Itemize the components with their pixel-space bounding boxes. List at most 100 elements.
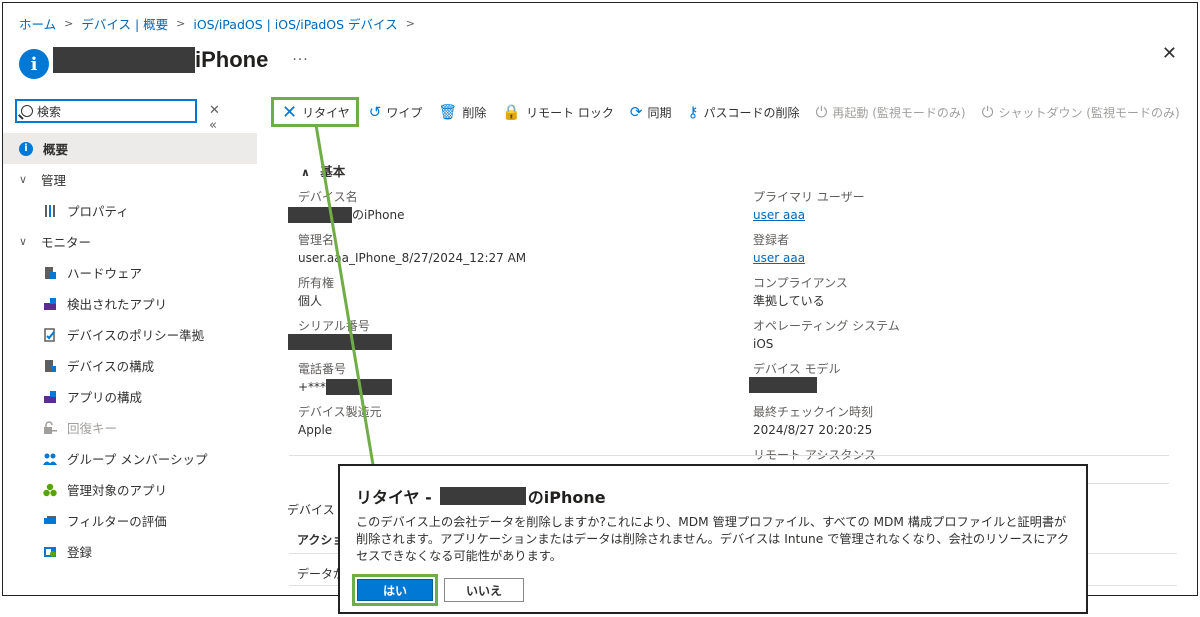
retire-button[interactable]: ✕ リタイヤ [271, 97, 359, 127]
sidebar-item-label: アプリの構成 [67, 390, 143, 405]
sync-button[interactable]: ⟳ 同期 [630, 103, 672, 121]
divider [289, 455, 1169, 456]
shutdown-label: シャットダウン (監視モードのみ) [998, 105, 1180, 120]
group-icon [43, 452, 57, 466]
title-more-icon[interactable]: ··· [292, 52, 308, 68]
prop-value [288, 334, 718, 350]
power-icon: ⏻ [815, 103, 828, 121]
more-actions-icon[interactable]: ··· [1196, 104, 1197, 120]
sidebar-item-app-config[interactable]: アプリの構成 [3, 381, 257, 412]
breadcrumb-separator-icon: > [176, 17, 186, 30]
essentials-header[interactable]: ∧ 基本 [301, 161, 345, 180]
sidebar-item-label: 管理対象のアプリ [67, 483, 168, 498]
delete-button[interactable]: 🗑 削除 [438, 103, 486, 121]
prop-label: 所有権 [298, 276, 335, 290]
sidebar-item-group-membership[interactable]: グループ メンバーシップ [3, 443, 257, 474]
prop-label: オペレーティング システム [753, 319, 900, 333]
device-config-icon [43, 359, 57, 373]
no-button[interactable]: いいえ [444, 578, 524, 602]
reset-passcode-button[interactable]: ⚷ パスコードの削除 [688, 103, 800, 121]
sync-icon: ⟳ [629, 103, 643, 121]
sidebar-nav: i 概要 ∨ 管理 プロパティ ∨ モニター ハードウェア 検出されたアプリ デ… [3, 133, 257, 567]
breadcrumb-separator-icon: > [64, 17, 74, 30]
sidebar-item-hardware[interactable]: ハードウェア [3, 257, 257, 288]
wipe-button[interactable]: ↺ ワイプ [369, 103, 423, 121]
yes-button-highlight: はい [352, 574, 438, 606]
essentials-heading: 基本 [320, 164, 346, 179]
sidebar-group-manage[interactable]: ∨ 管理 [3, 164, 257, 195]
prop-value [749, 377, 1173, 393]
enrolled-by-link[interactable]: user aaa [753, 248, 805, 268]
prop-serial-number: シリアル番号 [288, 318, 718, 361]
shutdown-button: ⏻ シャットダウン (監視モードのみ) [982, 103, 1180, 121]
prop-manufacturer: デバイス製造元 Apple [298, 404, 718, 447]
close-icon[interactable]: ✕ [1162, 43, 1177, 64]
breadcrumb-separator-icon: > [405, 17, 415, 30]
breadcrumb-devices[interactable]: デバイス | 概要 [81, 14, 168, 33]
prop-label: プライマリ ユーザー [753, 190, 865, 204]
sidebar-item-managed-apps[interactable]: 管理対象のアプリ [3, 474, 257, 505]
prop-value: user.aaa_IPhone_8/27/2024_12:27 AM [298, 251, 527, 265]
prop-label: デバイス製造元 [298, 405, 382, 419]
sidebar-item-enrollment[interactable]: 登録 [3, 536, 257, 567]
prop-device-model: デバイス モデル [749, 361, 1173, 404]
search-icon [21, 105, 33, 117]
sidebar-item-label: モニター [41, 235, 92, 250]
sidebar: 検索 ✕ « i 概要 ∨ 管理 プロパティ ∨ モニター ハードウェア 検出さ… [3, 99, 257, 595]
search-input[interactable]: 検索 [15, 99, 197, 123]
breadcrumb: ホーム > デバイス | 概要 > iOS/iPadOS | iOS/iPadO… [19, 14, 423, 33]
sidebar-item-properties[interactable]: プロパティ [3, 195, 257, 226]
prop-value: iOS [753, 337, 774, 351]
retire-icon: ✕ [282, 101, 298, 123]
breadcrumb-home[interactable]: ホーム [19, 14, 56, 33]
restart-label: 再起動 (監視モードのみ) [832, 105, 966, 120]
sidebar-item-filter-evaluation[interactable]: フィルターの評価 [3, 505, 257, 536]
prop-os: オペレーティング システム iOS [753, 318, 1173, 361]
sidebar-item-label: フィルターの評価 [67, 514, 167, 529]
sidebar-item-recovery-key: 回復キー [3, 412, 257, 443]
sync-label: 同期 [647, 105, 672, 120]
clear-icon[interactable]: ✕ [209, 103, 220, 118]
sidebar-item-label: 管理 [41, 173, 67, 188]
sidebar-item-label: デバイスのポリシー準拠 [67, 328, 205, 343]
prop-value: のiPhone [288, 205, 718, 225]
key-icon: ⚷ [687, 103, 699, 121]
prop-management-name: 管理名 user.aaa_IPhone_8/27/2024_12:27 AM [298, 232, 718, 275]
retire-label: リタイヤ [302, 105, 350, 120]
remote-lock-button[interactable]: 🔒 リモート ロック [502, 103, 614, 121]
wipe-label: ワイプ [386, 105, 423, 120]
prop-label: デバイス名 [298, 190, 358, 204]
sidebar-item-device-compliance[interactable]: デバイスのポリシー準拠 [3, 319, 257, 350]
essentials-left: デバイス名 のiPhone 管理名 user.aaa_IPhone_8/27/2… [288, 189, 718, 447]
prop-value: user aaa [753, 248, 1173, 268]
dialog-title: リタイヤ - のiPhone [356, 484, 606, 508]
remote-lock-label: リモート ロック [526, 105, 614, 120]
power-icon: ⏻ [981, 103, 994, 121]
compliance-icon [43, 327, 57, 342]
redacted-value [326, 379, 393, 395]
prop-value: 準拠している [753, 294, 825, 308]
sidebar-item-overview[interactable]: i 概要 [3, 133, 257, 164]
sidebar-item-discovered-apps[interactable]: 検出されたアプリ [3, 288, 257, 319]
filter-icon [43, 514, 57, 528]
chevron-down-icon: ∨ [19, 173, 28, 186]
primary-user-link[interactable]: user aaa [753, 205, 805, 225]
chevron-up-icon: ∧ [301, 166, 310, 179]
prop-primary-user: プライマリ ユーザー user aaa [753, 189, 1173, 232]
prop-label: シリアル番号 [298, 319, 370, 333]
yes-button[interactable]: はい [357, 579, 433, 601]
sidebar-item-label: ハードウェア [67, 266, 143, 281]
app-config-icon [43, 390, 57, 404]
sidebar-group-monitor[interactable]: ∨ モニター [3, 226, 257, 257]
trash-icon: 🗑 [438, 103, 458, 121]
command-bar: ✕ リタイヤ ↺ ワイプ 🗑 削除 🔒 リモート ロック ⟳ 同期 ⚷ パスコー… [271, 97, 1197, 127]
prop-device-name: デバイス名 のiPhone [288, 189, 718, 232]
prop-value: +*** [298, 377, 718, 397]
collapse-icon[interactable]: « [209, 118, 217, 133]
sidebar-item-device-config[interactable]: デバイスの構成 [3, 350, 257, 381]
delete-label: 削除 [462, 105, 487, 120]
sidebar-item-label: 登録 [67, 545, 93, 560]
prop-value: 2024/8/27 20:20:25 [753, 423, 873, 437]
dialog-title-prefix: リタイヤ - [356, 488, 432, 507]
breadcrumb-ios-devices[interactable]: iOS/iPadOS | iOS/iPadOS デバイス [193, 14, 397, 33]
